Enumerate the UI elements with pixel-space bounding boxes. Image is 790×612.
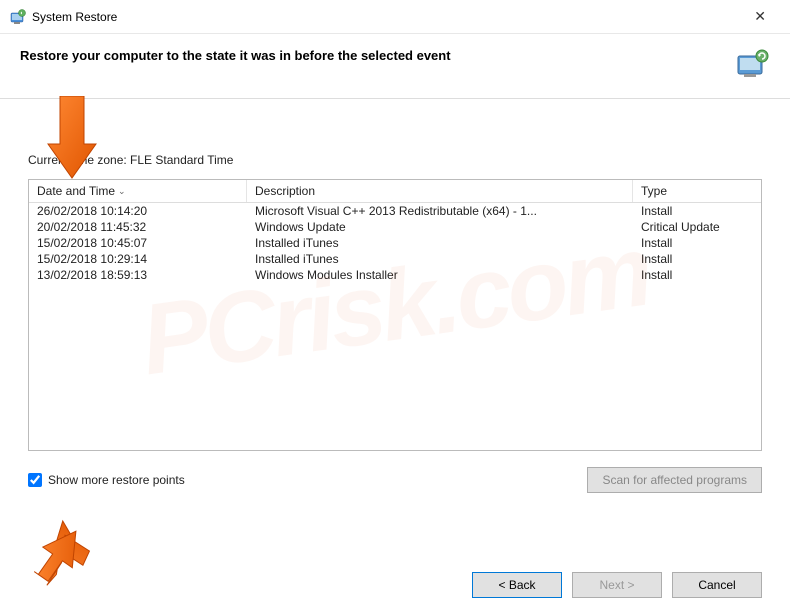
back-button[interactable]: < Back xyxy=(472,572,562,598)
timezone-label: Current time zone: FLE Standard Time xyxy=(28,153,762,167)
column-header-date[interactable]: Date and Time ⌄ xyxy=(29,180,247,202)
column-header-type[interactable]: Type xyxy=(633,180,758,202)
cell-type: Install xyxy=(633,235,758,251)
window-title: System Restore xyxy=(32,10,740,24)
restore-points-table: Date and Time ⌄ Description Type 26/02/2… xyxy=(28,179,762,451)
cell-type: Install xyxy=(633,251,758,267)
table-row[interactable]: 15/02/2018 10:45:07Installed iTunesInsta… xyxy=(29,235,761,251)
sort-desc-icon: ⌄ xyxy=(118,186,126,197)
cancel-button[interactable]: Cancel xyxy=(672,572,762,598)
header: Restore your computer to the state it wa… xyxy=(0,34,790,90)
scan-affected-button[interactable]: Scan for affected programs xyxy=(587,467,762,493)
column-header-description[interactable]: Description xyxy=(247,180,633,202)
table-row[interactable]: 13/02/2018 18:59:13Windows Modules Insta… xyxy=(29,267,761,283)
cell-date: 20/02/2018 11:45:32 xyxy=(29,219,247,235)
cell-desc: Installed iTunes xyxy=(247,235,633,251)
next-button[interactable]: Next > xyxy=(572,572,662,598)
table-row[interactable]: 20/02/2018 11:45:32Windows UpdateCritica… xyxy=(29,219,761,235)
column-desc-label: Description xyxy=(255,184,315,198)
show-more-label: Show more restore points xyxy=(48,473,185,487)
titlebar: System Restore ✕ xyxy=(0,0,790,34)
table-row[interactable]: 15/02/2018 10:29:14Installed iTunesInsta… xyxy=(29,251,761,267)
cell-date: 26/02/2018 10:14:20 xyxy=(29,203,247,219)
table-row[interactable]: 26/02/2018 10:14:20Microsoft Visual C++ … xyxy=(29,203,761,219)
close-button[interactable]: ✕ xyxy=(740,6,780,27)
show-more-checkbox[interactable]: Show more restore points xyxy=(28,473,185,487)
wizard-buttons: < Back Next > Cancel xyxy=(472,572,762,598)
header-instruction: Restore your computer to the state it wa… xyxy=(20,48,451,63)
cell-type: Install xyxy=(633,267,758,283)
cell-type: Critical Update xyxy=(633,219,758,235)
cell-desc: Windows Modules Installer xyxy=(247,267,633,283)
column-type-label: Type xyxy=(641,184,667,198)
arrow-annotation-bottom xyxy=(30,498,110,588)
cell-desc: Microsoft Visual C++ 2013 Redistributabl… xyxy=(247,203,633,219)
cell-desc: Installed iTunes xyxy=(247,251,633,267)
table-body: 26/02/2018 10:14:20Microsoft Visual C++ … xyxy=(29,203,761,283)
table-header: Date and Time ⌄ Description Type xyxy=(29,180,761,203)
restore-header-icon xyxy=(734,48,770,80)
system-restore-icon xyxy=(10,9,26,25)
cell-desc: Windows Update xyxy=(247,219,633,235)
cell-type: Install xyxy=(633,203,758,219)
cell-date: 15/02/2018 10:29:14 xyxy=(29,251,247,267)
cell-date: 15/02/2018 10:45:07 xyxy=(29,235,247,251)
column-date-label: Date and Time xyxy=(37,184,115,198)
cell-date: 13/02/2018 18:59:13 xyxy=(29,267,247,283)
show-more-checkbox-input[interactable] xyxy=(28,473,42,487)
